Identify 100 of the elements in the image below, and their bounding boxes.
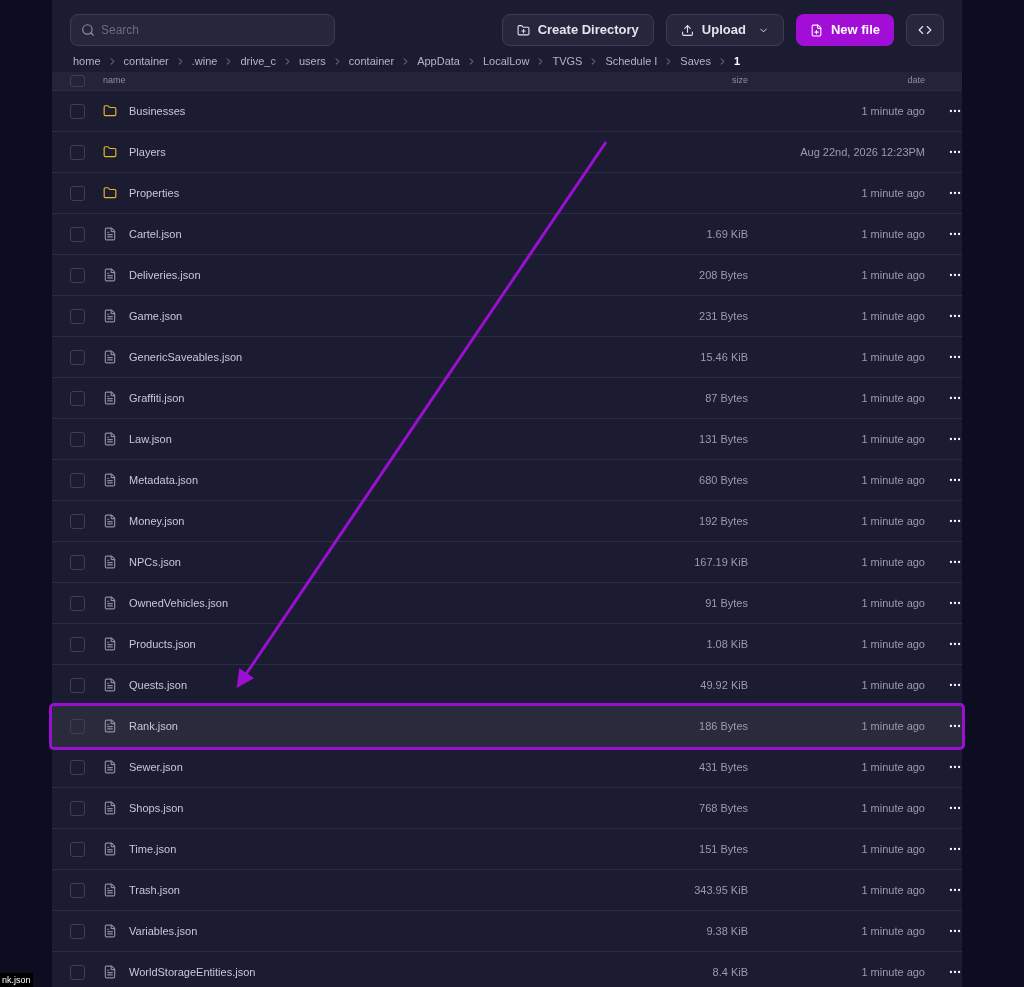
file-size: 151 Bytes [698,841,748,857]
file-icon [103,637,117,651]
file-icon [103,801,117,815]
row-checkbox[interactable] [70,226,85,242]
file-size: 186 Bytes [698,718,748,734]
file-name[interactable]: Variables.json [129,922,588,940]
row-checkbox[interactable] [70,349,85,365]
file-name[interactable]: Metadata.json [129,471,588,489]
modified-date: 1 minute ago [860,636,925,652]
row-checkbox[interactable] [70,595,85,611]
file-size: 49.92 KiB [699,677,748,693]
breadcrumb-link[interactable]: LocalLow [482,53,530,70]
breadcrumb-link[interactable]: AppData [417,53,460,70]
date-column-header[interactable]: date [748,74,925,88]
row-checkbox[interactable] [70,267,85,283]
file-row[interactable]: Sewer.json 431 Bytes 1 minute ago [52,747,962,788]
file-size: 91 Bytes [704,595,748,611]
row-checkbox[interactable] [70,513,85,529]
modified-date: 1 minute ago [860,513,925,529]
file-name[interactable]: Shops.json [129,799,588,817]
row-checkbox[interactable] [70,554,85,570]
file-name[interactable]: Sewer.json [129,758,588,776]
file-icon [103,432,117,446]
modified-date: 1 minute ago [860,677,925,693]
folder-icon [103,145,117,159]
row-checkbox[interactable] [70,636,85,652]
file-size: 9.38 KiB [705,923,748,939]
file-name[interactable]: OwnedVehicles.json [129,594,588,612]
breadcrumb-link[interactable]: 1 [733,53,741,70]
file-name[interactable]: Trash.json [129,881,588,899]
folder-icon [103,186,117,200]
file-name[interactable]: Cartel.json [129,225,588,243]
row-checkbox[interactable] [70,841,85,857]
file-size: 15.46 KiB [699,349,748,365]
code-view-button[interactable] [906,14,944,46]
select-all-checkbox[interactable] [70,75,85,87]
modified-date: 1 minute ago [860,759,925,775]
file-name[interactable]: Rank.json [129,717,588,735]
file-name[interactable]: Law.json [129,430,588,448]
row-checkbox[interactable] [70,759,85,775]
row-checkbox[interactable] [70,144,85,160]
row-checkbox[interactable] [70,308,85,324]
upload-icon [680,23,694,37]
row-checkbox[interactable] [70,103,85,119]
name-column-header[interactable]: name [103,74,588,88]
file-icon [103,227,117,241]
modified-date: 1 minute ago [860,390,925,406]
new-file-button[interactable]: New file [795,14,894,46]
search-field[interactable]: Search [70,14,335,46]
file-name[interactable]: WorldStorageEntities.json [129,963,588,981]
file-name[interactable]: Products.json [129,635,588,653]
row-checkbox[interactable] [70,431,85,447]
file-size: 343.95 KiB [693,882,748,898]
file-name[interactable]: Properties [129,184,588,202]
file-name[interactable]: Quests.json [129,676,588,694]
highlighted-file-row[interactable]: Rank.json 186 Bytes 1 minute ago [52,706,962,747]
tooltip: nk.json [0,973,33,987]
row-checkbox[interactable] [70,390,85,406]
search-icon [81,23,95,37]
create-directory-button[interactable]: Create Directory [501,14,654,46]
modified-date: 1 minute ago [860,882,925,898]
file-icon [103,391,117,405]
code-icon [918,23,932,37]
modified-date: Aug 22nd, 2026 12:23PM [799,144,925,160]
file-name[interactable]: Players [129,143,588,161]
file-name[interactable]: Businesses [129,102,588,120]
file-icon [103,514,117,528]
row-checkbox[interactable] [70,923,85,939]
upload-button[interactable]: Upload [665,14,784,46]
breadcrumb-link[interactable]: .wine [191,53,218,70]
file-icon [103,965,117,979]
row-checkbox[interactable] [70,185,85,201]
size-column-header[interactable]: size [588,74,748,88]
modified-date: 1 minute ago [860,267,925,283]
row-checkbox[interactable] [70,882,85,898]
row-checkbox[interactable] [70,677,85,693]
file-name[interactable]: Time.json [129,840,588,858]
breadcrumb-link[interactable]: Saves [680,53,711,70]
row-checkbox[interactable] [70,800,85,816]
modified-date: 1 minute ago [860,226,925,242]
breadcrumb-link[interactable]: home [73,53,101,70]
file-name[interactable]: Graffiti.json [129,389,588,407]
breadcrumb-link[interactable]: drive_c [240,53,276,70]
breadcrumb-link[interactable]: container [348,53,395,70]
modified-date: 1 minute ago [860,472,925,488]
breadcrumb-link[interactable]: users [298,53,326,70]
file-name[interactable]: Deliveries.json [129,266,588,284]
row-checkbox[interactable] [70,472,85,488]
row-checkbox[interactable] [70,964,85,980]
file-icon [103,883,117,897]
breadcrumb-link[interactable]: Schedule I [605,53,658,70]
file-name[interactable]: Money.json [129,512,588,530]
breadcrumb-link[interactable]: TVGS [552,53,583,70]
row-checkbox[interactable] [70,718,85,734]
file-icon [103,924,117,938]
file-name[interactable]: NPCs.json [129,553,588,571]
file-name[interactable]: Game.json [129,307,588,325]
file-name[interactable]: GenericSaveables.json [129,348,588,366]
file-icon [103,719,117,733]
breadcrumb-link[interactable]: container [123,53,169,70]
